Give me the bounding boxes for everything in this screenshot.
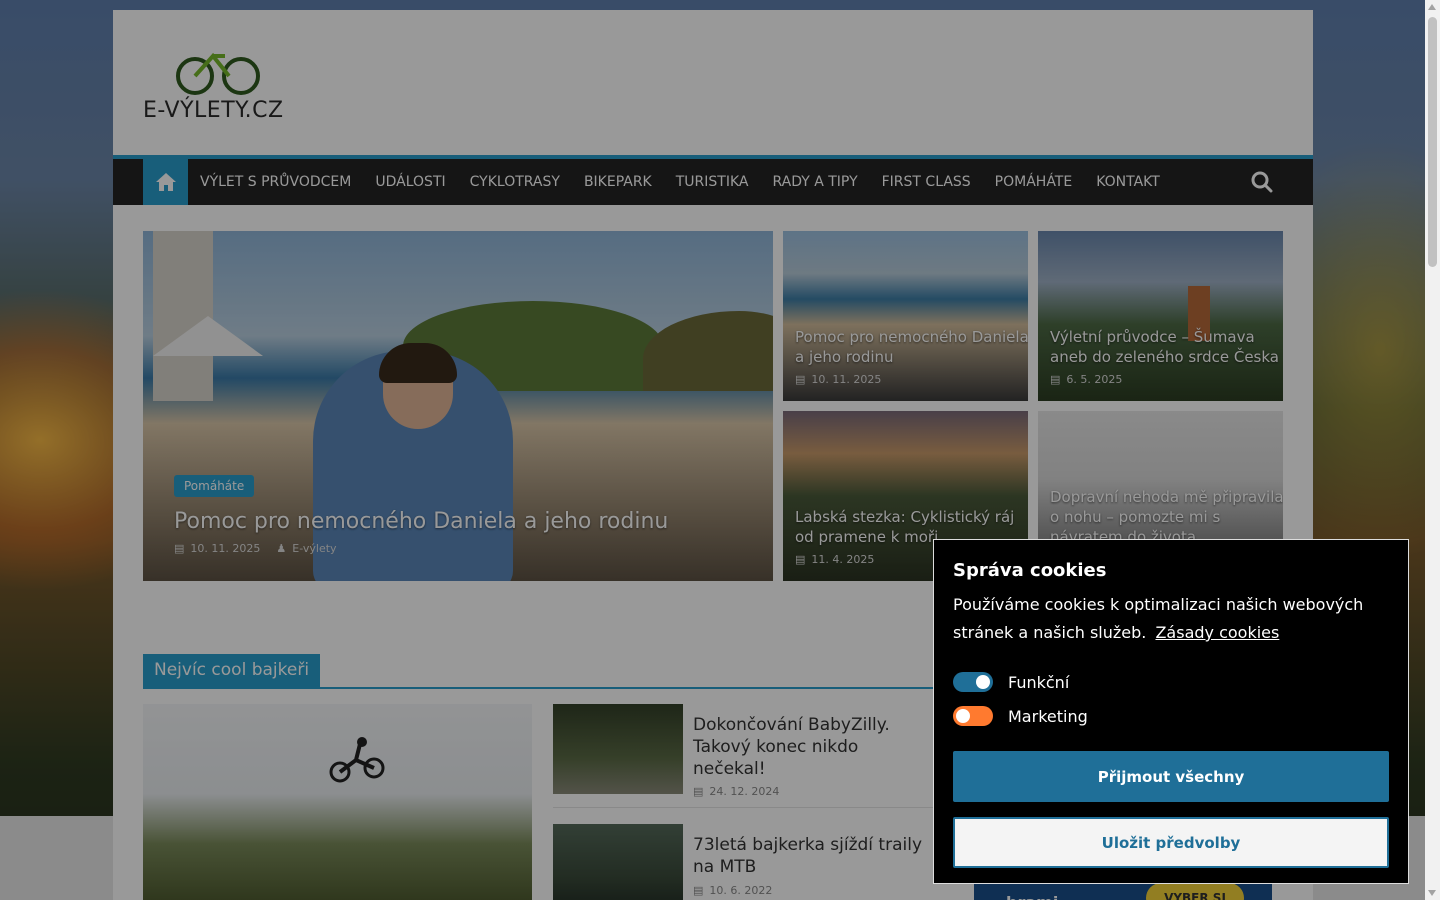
cookie-toggle-marketing[interactable]: Marketing (953, 699, 1389, 733)
toggle-knob (976, 675, 990, 689)
marketing-toggle-switch[interactable] (953, 706, 993, 726)
cookie-title: Správa cookies (953, 560, 1107, 581)
functional-toggle-switch[interactable] (953, 672, 993, 692)
toggle-knob (956, 709, 970, 723)
marketing-toggle-label: Marketing (1008, 706, 1088, 726)
scroll-down-arrow-icon[interactable] (1428, 890, 1436, 896)
scrollbar-thumb[interactable] (1428, 17, 1437, 267)
accept-all-button[interactable]: Přijmout všechny (953, 751, 1389, 802)
page-scrollbar[interactable] (1425, 0, 1440, 900)
cookie-description: Používáme cookies k optimalizaci našich … (953, 591, 1389, 647)
save-preferences-button[interactable]: Uložit předvolby (953, 817, 1389, 868)
cookie-dialog: Správa cookies Používáme cookies k optim… (933, 539, 1409, 884)
cookie-toggle-functional[interactable]: Funkční (953, 665, 1389, 699)
functional-toggle-label: Funkční (1008, 672, 1070, 692)
cookie-policy-link[interactable]: Zásady cookies (1155, 623, 1279, 642)
scroll-up-arrow-icon[interactable] (1428, 4, 1436, 10)
